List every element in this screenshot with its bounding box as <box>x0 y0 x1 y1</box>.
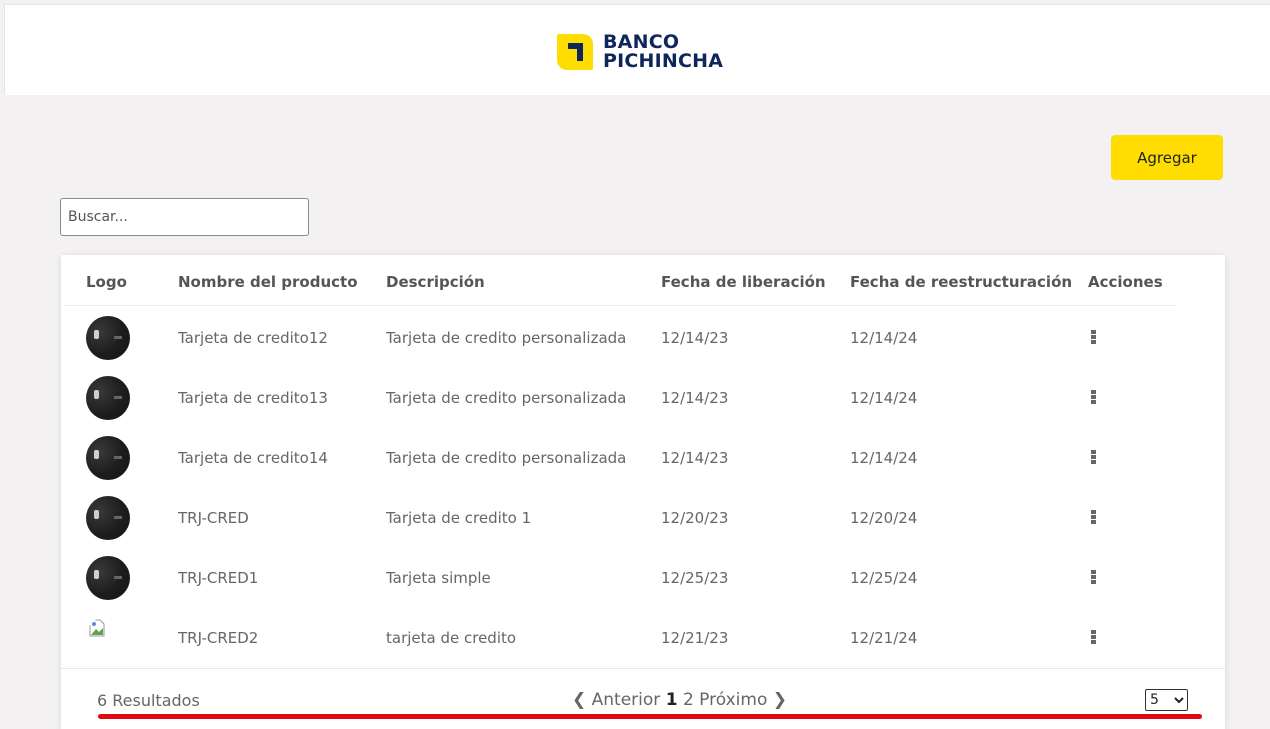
release-date: 12/14/23 <box>661 329 729 347</box>
header-actions: Acciones <box>1088 273 1163 291</box>
product-description: Tarjeta de credito 1 <box>386 509 532 527</box>
header-product-name: Nombre del producto <box>178 273 358 291</box>
restructure-date: 12/14/24 <box>850 389 918 407</box>
results-count: 6 Resultados <box>97 691 200 710</box>
restructure-date: 12/14/24 <box>850 329 918 347</box>
kebab-menu-icon[interactable] <box>1087 510 1099 528</box>
restructure-date: 12/14/24 <box>850 449 918 467</box>
annotation-underline <box>98 714 1202 719</box>
product-description: Tarjeta de credito personalizada <box>386 449 627 467</box>
product-description: Tarjeta simple <box>386 569 491 587</box>
restructure-date: 12/21/24 <box>850 629 918 647</box>
page-1-link[interactable]: 1 <box>666 690 678 710</box>
table-row: Tarjeta de credito13 Tarjeta de credito … <box>61 368 1225 428</box>
release-date: 12/20/23 <box>661 509 729 527</box>
broken-image-icon <box>86 616 130 660</box>
product-name: TRJ-CRED <box>178 509 249 527</box>
product-name: TRJ-CRED2 <box>178 629 259 647</box>
brand-name-line2: PICHINCHA <box>603 50 724 72</box>
product-name: Tarjeta de credito14 <box>178 449 328 467</box>
brand-logo-icon <box>557 34 593 70</box>
next-page-link[interactable]: Próximo ❯ <box>699 690 787 710</box>
header-bar: BANCO PICHINCHA <box>4 4 1270 95</box>
kebab-menu-icon[interactable] <box>1087 570 1099 588</box>
release-date: 12/14/23 <box>661 449 729 467</box>
header-logo: Logo <box>86 273 127 291</box>
table-row: TRJ-CRED1 Tarjeta simple 12/25/23 12/25/… <box>61 548 1225 608</box>
product-name: TRJ-CRED1 <box>178 569 259 587</box>
header-release-date: Fecha de liberación <box>661 273 826 291</box>
table-row: Tarjeta de credito12 Tarjeta de credito … <box>61 308 1225 368</box>
product-name: Tarjeta de credito12 <box>178 329 328 347</box>
restructure-date: 12/25/24 <box>850 569 918 587</box>
product-name: Tarjeta de credito13 <box>178 389 328 407</box>
search-input[interactable] <box>60 198 309 236</box>
footer-divider <box>61 668 1225 669</box>
page-2-link[interactable]: 2 <box>683 690 694 710</box>
kebab-menu-icon[interactable] <box>1087 450 1099 468</box>
release-date: 12/14/23 <box>661 389 729 407</box>
header-restructure-date: Fecha de reestructuración <box>850 273 1073 291</box>
kebab-menu-icon[interactable] <box>1087 390 1099 408</box>
product-description: Tarjeta de credito personalizada <box>386 389 627 407</box>
header-description: Descripción <box>386 273 485 291</box>
previous-page-link[interactable]: ❮ Anterior <box>572 690 660 710</box>
header-divider <box>64 305 1176 306</box>
product-logo-image <box>86 376 130 420</box>
product-description: Tarjeta de credito personalizada <box>386 329 627 347</box>
table-row: Tarjeta de credito14 Tarjeta de credito … <box>61 428 1225 488</box>
add-button[interactable]: Agregar <box>1111 135 1223 180</box>
brand-name: BANCO PICHINCHA <box>603 33 723 71</box>
table-row: TRJ-CRED2 tarjeta de credito 12/21/23 12… <box>61 608 1225 668</box>
product-logo-image <box>86 496 130 540</box>
release-date: 12/21/23 <box>661 629 729 647</box>
kebab-menu-icon[interactable] <box>1087 630 1099 648</box>
pagination: ❮ Anterior 1 2 Próximo ❯ <box>572 690 787 710</box>
brand-logo[interactable]: BANCO PICHINCHA <box>557 33 723 71</box>
table-row: TRJ-CRED Tarjeta de credito 1 12/20/23 1… <box>61 488 1225 548</box>
product-logo-image <box>86 316 130 360</box>
products-table: Logo Nombre del producto Descripción Fec… <box>61 255 1225 729</box>
kebab-menu-icon[interactable] <box>1087 330 1099 348</box>
product-logo-image <box>86 556 130 600</box>
release-date: 12/25/23 <box>661 569 729 587</box>
page-size-select[interactable]: 5 <box>1145 689 1188 711</box>
product-description: tarjeta de credito <box>386 629 517 647</box>
product-logo-image <box>86 436 130 480</box>
restructure-date: 12/20/24 <box>850 509 918 527</box>
